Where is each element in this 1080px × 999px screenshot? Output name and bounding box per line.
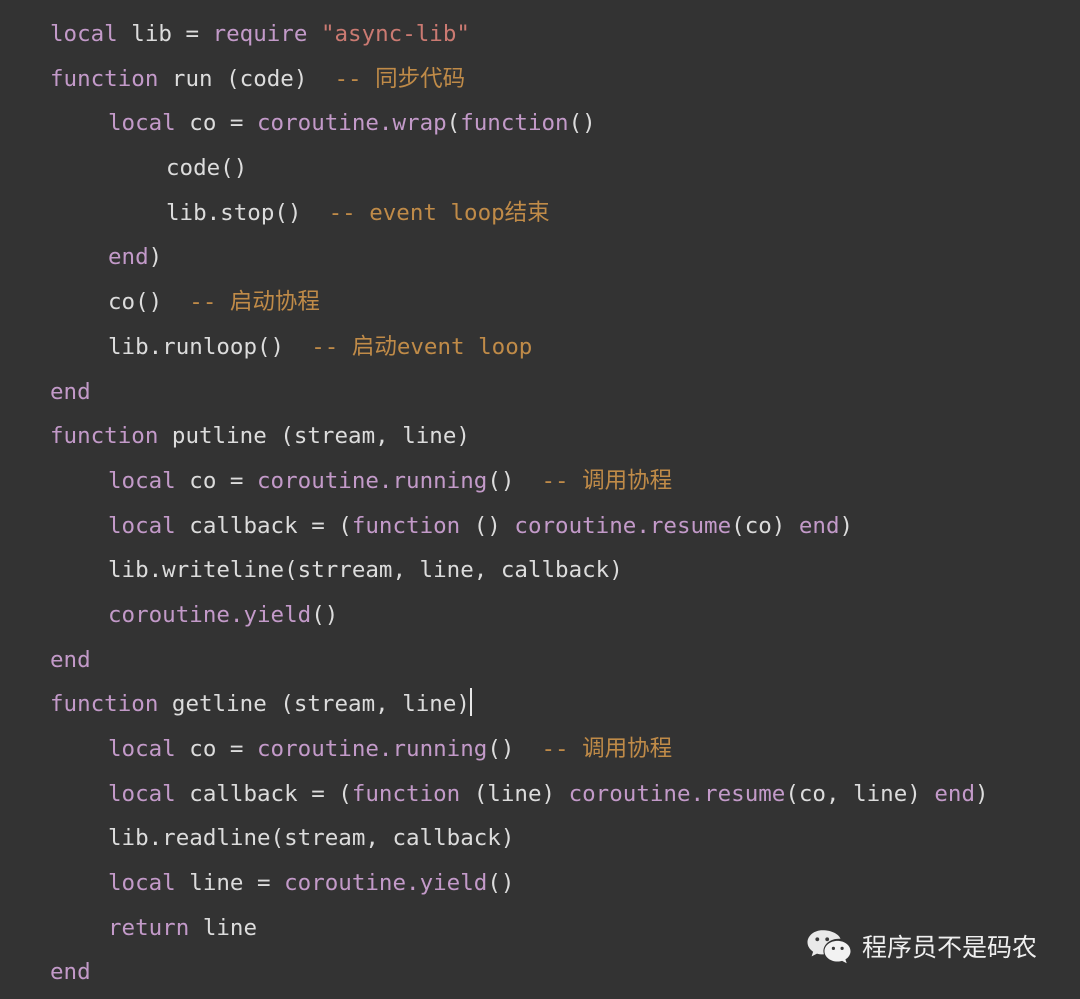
code-token-plain: lib.writeline(strream, line, callback) bbox=[108, 557, 623, 584]
code-line[interactable]: coroutine.yield() bbox=[50, 593, 1060, 638]
code-token-plain: lib.stop() bbox=[166, 199, 329, 226]
code-token-cmt: -- 同步代码 bbox=[334, 65, 466, 92]
code-line[interactable]: local co = coroutine.running() -- 调用协程 bbox=[50, 727, 1060, 772]
code-token-kw: return bbox=[108, 914, 190, 941]
code-token-kw: coroutine.running bbox=[257, 736, 488, 762]
code-screenshot: local lib = require "async-lib" function … bbox=[0, 0, 1080, 999]
code-token-kw: coroutine.wrap bbox=[257, 110, 447, 137]
wechat-icon bbox=[806, 928, 852, 968]
code-token-plain: line = bbox=[175, 870, 285, 897]
code-line[interactable]: function getline (stream, line) bbox=[50, 682, 1060, 727]
code-token-kw: local bbox=[108, 110, 176, 137]
code-token-plain: ( bbox=[446, 110, 461, 137]
code-line[interactable]: end bbox=[50, 370, 1060, 415]
code-token-kw: function bbox=[50, 65, 159, 92]
code-line[interactable]: local callback = (function () coroutine.… bbox=[50, 504, 1060, 549]
code-line[interactable]: function putline (stream, line) bbox=[50, 414, 1060, 459]
code-token-plain: callback = ( bbox=[175, 512, 352, 539]
wechat-account-name: 程序员不是码农 bbox=[862, 933, 1038, 962]
code-token-kw: end bbox=[50, 959, 91, 986]
code-token-kw: local bbox=[108, 467, 176, 494]
code-token-plain: ) bbox=[975, 780, 989, 807]
code-line[interactable]: lib.writeline(strream, line, callback) bbox=[50, 548, 1060, 593]
code-line[interactable]: local line = coroutine.yield() bbox=[50, 861, 1060, 906]
code-token-plain: line bbox=[189, 914, 258, 941]
code-token-kw: require bbox=[212, 21, 308, 47]
code-line[interactable]: lib.readline(stream, callback) bbox=[50, 816, 1060, 861]
code-token-kw: local bbox=[108, 780, 176, 807]
code-token-kw: end bbox=[50, 646, 91, 673]
code-token-plain: () bbox=[460, 512, 515, 539]
code-editor-content[interactable]: local lib = require "async-lib" function … bbox=[50, 12, 1060, 995]
code-token-plain: ) bbox=[148, 244, 163, 271]
code-token-kw: function bbox=[50, 423, 159, 450]
code-line[interactable]: end) bbox=[50, 235, 1060, 280]
code-token-cmt: -- 调用协程 bbox=[541, 467, 673, 494]
code-token-kw: function bbox=[351, 780, 461, 807]
code-token-plain: putline (stream, line) bbox=[158, 423, 470, 450]
code-line[interactable]: function run (code) -- 同步代码 bbox=[50, 57, 1060, 102]
code-line[interactable]: local co = coroutine.running() -- 调用协程 bbox=[50, 459, 1060, 504]
code-line[interactable]: local co = coroutine.wrap(function() bbox=[50, 101, 1060, 146]
code-line[interactable]: code() bbox=[50, 146, 1060, 191]
code-token-str: "async-lib" bbox=[320, 21, 470, 47]
code-token-kw: local bbox=[108, 512, 176, 539]
code-token-plain: run (code) bbox=[158, 65, 335, 92]
code-token-plain: (co) bbox=[731, 512, 799, 539]
code-token-plain: co() bbox=[108, 289, 190, 316]
code-token-plain: callback = ( bbox=[175, 780, 352, 807]
code-token-plain: () bbox=[487, 736, 542, 762]
code-token-plain: code() bbox=[166, 155, 248, 182]
code-token-kw: coroutine.yield bbox=[284, 870, 488, 897]
text-caret bbox=[469, 688, 472, 717]
code-token-plain: (co, line) bbox=[785, 780, 935, 807]
code-line[interactable]: local callback = (function (line) corout… bbox=[50, 772, 1060, 817]
code-token-kw: local bbox=[108, 870, 176, 897]
code-token-kw: coroutine.resume bbox=[568, 780, 786, 807]
code-token-kw: local bbox=[108, 736, 176, 762]
code-token-kw: coroutine.yield bbox=[108, 601, 312, 628]
code-token-plain: lib.runloop() bbox=[108, 333, 312, 360]
code-token-kw: coroutine.running bbox=[257, 467, 488, 494]
code-token-cmt: -- event loop结束 bbox=[328, 199, 550, 226]
code-line[interactable]: co() -- 启动协程 bbox=[50, 280, 1060, 325]
code-line[interactable]: end bbox=[50, 638, 1060, 683]
code-token-plain: lib = bbox=[117, 21, 213, 47]
code-token-kw: end bbox=[934, 780, 975, 807]
code-token-plain: () bbox=[487, 870, 515, 897]
code-token-plain: getline (stream, line) bbox=[158, 691, 470, 718]
code-line[interactable]: lib.runloop() -- 启动event loop bbox=[50, 325, 1060, 370]
code-token-kw: local bbox=[50, 21, 118, 47]
code-token-plain: () bbox=[487, 467, 542, 494]
code-token-cmt: -- 启动event loop bbox=[311, 333, 533, 360]
code-token-plain: co = bbox=[175, 110, 258, 137]
code-token-kw: function bbox=[50, 691, 159, 718]
code-token-plain: lib.readline(stream, callback) bbox=[108, 825, 515, 852]
code-token-kw: end bbox=[798, 512, 840, 539]
code-token-plain: () bbox=[568, 110, 596, 137]
code-token-plain: (line) bbox=[460, 780, 569, 807]
code-token-kw: end bbox=[50, 378, 91, 405]
code-token-kw: function bbox=[351, 512, 461, 539]
code-token-kw: end bbox=[108, 244, 149, 271]
code-token-kw: coroutine.resume bbox=[514, 512, 732, 539]
code-line[interactable]: local lib = require "async-lib" bbox=[50, 12, 1060, 57]
code-token-kw: function bbox=[460, 110, 569, 137]
code-token-cmt: -- 调用协程 bbox=[541, 736, 673, 762]
code-line[interactable]: lib.stop() -- event loop结束 bbox=[50, 191, 1060, 236]
code-token-cmt: -- 启动协程 bbox=[189, 289, 320, 316]
code-token-plain: co = bbox=[175, 736, 258, 762]
code-token-plain: co = bbox=[175, 467, 258, 494]
code-token-plain: ) bbox=[839, 512, 854, 539]
wechat-watermark: 程序员不是码农 bbox=[806, 928, 1037, 968]
code-token-plain: () bbox=[311, 601, 339, 628]
